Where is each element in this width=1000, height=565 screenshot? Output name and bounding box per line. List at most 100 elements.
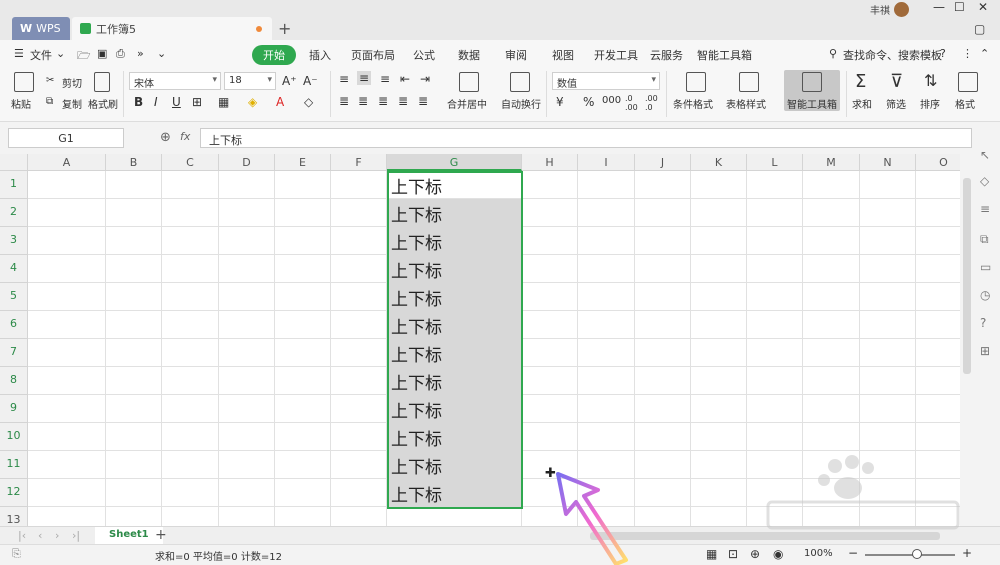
cut-icon[interactable]: ✂ [46, 75, 54, 86]
currency-icon[interactable]: ¥ [556, 95, 564, 109]
row-header-13[interactable]: 13 [0, 507, 28, 526]
format-painter-icon[interactable] [94, 72, 110, 92]
distribute-icon[interactable]: ≣ [418, 94, 428, 108]
align-center-icon[interactable]: ≣ [358, 94, 368, 108]
save-icon[interactable]: ▣ [97, 47, 107, 60]
formula-input[interactable]: 上下标 [200, 128, 972, 148]
zoom-level[interactable]: 100% [804, 548, 833, 559]
vertical-scrollbar[interactable] [963, 178, 971, 374]
decrease-font-icon[interactable]: A⁻ [303, 74, 318, 88]
underline-icon[interactable]: U [172, 95, 181, 109]
row-header-7[interactable]: 7 [0, 339, 28, 367]
conditional-format-button[interactable]: 条件格式 [673, 96, 713, 111]
column-header-h[interactable]: H [522, 154, 578, 171]
shapes-icon[interactable]: ◇ [980, 174, 989, 188]
minimize-icon[interactable]: — [933, 0, 945, 14]
more-icon[interactable]: » [137, 47, 144, 60]
print-icon[interactable]: ⎙ [116, 47, 125, 61]
copy-panel-icon[interactable]: ⧉ [980, 232, 989, 247]
row-header-11[interactable]: 11 [0, 451, 28, 479]
row-header-8[interactable]: 8 [0, 367, 28, 395]
menu-hamburger-icon[interactable]: ☰ [14, 47, 24, 60]
cut-button[interactable]: 剪切 [62, 75, 82, 90]
search-icon[interactable]: ⚲ [829, 47, 837, 60]
column-header-j[interactable]: J [635, 154, 691, 171]
cell-g1[interactable]: 上下标 [388, 171, 522, 199]
column-header-l[interactable]: L [747, 154, 803, 171]
archive-icon[interactable]: ▭ [980, 260, 991, 274]
new-tab-button[interactable]: + [278, 19, 291, 38]
column-header-f[interactable]: F [331, 154, 387, 171]
menu-file[interactable]: 文件 [30, 47, 52, 63]
apps-grid-icon[interactable]: ⊞ [980, 344, 990, 358]
bold-icon[interactable]: B [134, 95, 143, 109]
row-header-9[interactable]: 9 [0, 395, 28, 423]
zoom-out-icon[interactable]: − [848, 546, 858, 560]
eye-protection-icon[interactable]: ◉ [773, 547, 783, 561]
cell-g6[interactable]: 上下标 [388, 311, 522, 339]
merge-center-button[interactable]: 合并居中 [447, 96, 487, 111]
document-tab[interactable]: 工作簿5 [72, 17, 272, 40]
page-layout-view-icon[interactable]: ⊡ [728, 547, 738, 561]
cell-g4[interactable]: 上下标 [388, 255, 522, 283]
wrap-text-icon[interactable] [510, 72, 530, 92]
cell-g2[interactable]: 上下标 [388, 199, 522, 227]
indent-decrease-icon[interactable]: ⇤ [400, 72, 410, 86]
font-name-select[interactable]: 宋体 [129, 72, 221, 90]
align-bottom-icon[interactable]: ≡ [380, 72, 390, 86]
row-header-12[interactable]: 12 [0, 479, 28, 507]
align-right-icon[interactable]: ≣ [378, 94, 388, 108]
cell-g12[interactable]: 上下标 [388, 479, 522, 507]
more-options-icon[interactable]: ⋮ [962, 47, 973, 60]
help-icon[interactable]: ? [940, 47, 946, 60]
column-header-a[interactable]: A [28, 154, 106, 171]
smart-tools-button[interactable]: 智能工具箱 [784, 70, 840, 111]
tab-insert[interactable]: 插入 [309, 47, 331, 63]
command-search[interactable]: 查找命令、搜索模板 [843, 47, 942, 63]
row-header-10[interactable]: 10 [0, 423, 28, 451]
tab-view[interactable]: 视图 [552, 47, 574, 63]
cell-g9[interactable]: 上下标 [388, 395, 522, 423]
copy-button[interactable]: 复制 [62, 96, 82, 111]
select-all-corner[interactable] [0, 154, 28, 171]
filter-button[interactable]: 筛选 [886, 96, 906, 111]
maximize-icon[interactable]: ☐ [954, 0, 965, 14]
tab-page-layout[interactable]: 页面布局 [351, 47, 395, 63]
column-header-o[interactable]: O [916, 154, 960, 171]
copy-icon[interactable]: ⧉ [46, 96, 53, 107]
cell-g8[interactable]: 上下标 [388, 367, 522, 395]
paste-button[interactable]: 粘贴 [11, 96, 31, 111]
page-break-view-icon[interactable]: ⊕ [750, 547, 760, 561]
row-header-1[interactable]: 1 [0, 171, 28, 199]
row-header-4[interactable]: 4 [0, 255, 28, 283]
format-icon[interactable] [958, 72, 978, 92]
add-sheet-button[interactable]: + [155, 527, 167, 543]
collapse-ribbon-icon[interactable]: ⌃ [980, 47, 989, 60]
name-box[interactable]: G1 [8, 128, 124, 148]
table-style-icon[interactable] [739, 72, 759, 92]
zoom-slider-handle[interactable] [912, 549, 922, 559]
insert-function-button[interactable]: fx [180, 130, 190, 143]
paste-icon[interactable] [14, 72, 34, 92]
column-header-e[interactable]: E [275, 154, 331, 171]
align-top-icon[interactable]: ≡ [339, 72, 349, 86]
select-pointer-icon[interactable]: ↖ [980, 148, 990, 162]
prev-sheet-icon[interactable]: ‹ [38, 529, 42, 542]
user-account[interactable]: 丰祺 [870, 2, 909, 17]
percent-icon[interactable]: % [583, 95, 594, 109]
normal-view-icon[interactable]: ▦ [706, 547, 717, 561]
sum-button[interactable]: 求和 [852, 96, 872, 111]
customize-icon[interactable]: ⌄ [157, 47, 166, 60]
column-header-d[interactable]: D [219, 154, 275, 171]
column-header-m[interactable]: M [803, 154, 860, 171]
cell-g3[interactable]: 上下标 [388, 227, 522, 255]
increase-decimal-icon[interactable]: .0.00 [625, 94, 638, 112]
column-header-k[interactable]: K [691, 154, 747, 171]
sort-icon[interactable]: ⇅ [924, 71, 937, 90]
open-folder-icon[interactable]: 🗁 [77, 47, 91, 66]
decrease-decimal-icon[interactable]: .00.0 [645, 94, 658, 112]
history-icon[interactable]: ◷ [980, 288, 990, 302]
row-header-5[interactable]: 5 [0, 283, 28, 311]
cell-style-icon[interactable]: ▦ [218, 95, 229, 109]
tab-home[interactable]: 开始 [252, 45, 296, 65]
